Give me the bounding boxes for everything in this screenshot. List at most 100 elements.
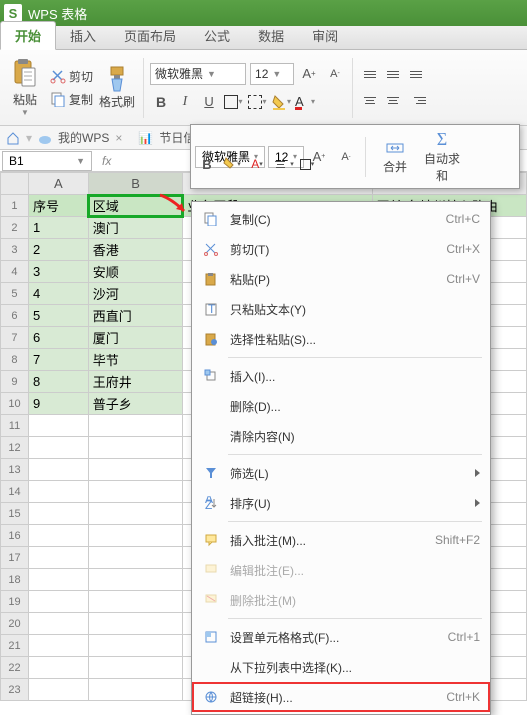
font-name-combo[interactable]: 微软雅黑▼	[150, 63, 246, 85]
tab-data[interactable]: 数据	[244, 22, 298, 49]
row-header[interactable]: 5	[1, 283, 29, 305]
row-header[interactable]: 1	[1, 195, 29, 217]
cell[interactable]	[88, 657, 183, 679]
fx-icon[interactable]: fx	[102, 154, 111, 168]
cell[interactable]	[28, 679, 88, 701]
cell[interactable]: 5	[28, 305, 88, 327]
mini-align[interactable]: ▾	[270, 153, 294, 175]
paste-button[interactable]: 粘贴 ▼	[4, 54, 46, 122]
ctx-delete-comment[interactable]: 删除批注(M)	[192, 585, 490, 615]
italic-button[interactable]: I	[174, 91, 196, 113]
mini-autosum-button[interactable]: Σ 自动求和	[420, 129, 464, 184]
cell[interactable]	[88, 503, 183, 525]
format-painter-button[interactable]: 格式刷	[97, 54, 137, 122]
select-all-corner[interactable]	[1, 173, 29, 195]
align-middle-button[interactable]	[382, 64, 404, 86]
row-header[interactable]: 10	[1, 393, 29, 415]
ctx-pick-list[interactable]: 从下拉列表中选择(K)...	[192, 652, 490, 682]
active-cell[interactable]: 区域	[88, 195, 183, 217]
cell[interactable]	[88, 679, 183, 701]
cell[interactable]: 1	[28, 217, 88, 239]
align-center-button[interactable]	[382, 90, 404, 112]
ctx-clear[interactable]: 清除内容(N)	[192, 421, 490, 451]
col-header-b[interactable]: B	[88, 173, 183, 195]
ctx-edit-comment[interactable]: 编辑批注(E)...	[192, 555, 490, 585]
cell[interactable]	[88, 635, 183, 657]
align-right-button[interactable]	[405, 90, 427, 112]
mini-font-color[interactable]: A▾	[245, 153, 269, 175]
row-header[interactable]: 6	[1, 305, 29, 327]
row-header[interactable]: 9	[1, 371, 29, 393]
cell[interactable]	[28, 525, 88, 547]
cell[interactable]: 6	[28, 327, 88, 349]
tab-formula[interactable]: 公式	[190, 22, 244, 49]
cell[interactable]	[28, 547, 88, 569]
cut-button[interactable]: 剪切	[46, 65, 97, 87]
cell[interactable]: 厦门	[88, 327, 183, 349]
row-header[interactable]: 2	[1, 217, 29, 239]
cell[interactable]	[28, 657, 88, 679]
name-box[interactable]: B1 ▼	[2, 151, 92, 171]
ctx-format-cells[interactable]: 设置单元格格式(F)...Ctrl+1	[192, 622, 490, 652]
font-color-button[interactable]: A▾	[294, 91, 316, 113]
cell[interactable]: 序号	[28, 195, 88, 217]
cell[interactable]	[88, 459, 183, 481]
row-header[interactable]: 23	[1, 679, 29, 701]
ctx-sort[interactable]: AZ排序(U)	[192, 488, 490, 518]
ctx-filter[interactable]: 筛选(L)	[192, 458, 490, 488]
cell[interactable]	[88, 569, 183, 591]
font-size-combo[interactable]: 12▼	[250, 63, 294, 85]
mini-bold[interactable]: B	[195, 153, 219, 175]
cell[interactable]: 澳门	[88, 217, 183, 239]
ctx-copy[interactable]: 复制(C)Ctrl+C	[192, 204, 490, 234]
cell[interactable]	[28, 635, 88, 657]
cell[interactable]	[88, 525, 183, 547]
cell[interactable]: 普子乡	[88, 393, 183, 415]
row-header[interactable]: 18	[1, 569, 29, 591]
row-header[interactable]: 20	[1, 613, 29, 635]
border-button[interactable]: ▾	[222, 91, 244, 113]
ctx-delete[interactable]: 删除(D)...	[192, 391, 490, 421]
mywps-label[interactable]: 我的WPS	[58, 129, 109, 146]
ctx-paste-special[interactable]: 选择性粘贴(S)...	[192, 324, 490, 354]
home-icon[interactable]	[6, 131, 20, 145]
underline-button[interactable]: U	[198, 91, 220, 113]
bold-button[interactable]: B	[150, 91, 172, 113]
row-header[interactable]: 15	[1, 503, 29, 525]
row-header[interactable]: 14	[1, 481, 29, 503]
row-header[interactable]: 13	[1, 459, 29, 481]
increase-font-button[interactable]: A+	[298, 63, 320, 85]
cell[interactable]: 香港	[88, 239, 183, 261]
cell[interactable]: 安顺	[88, 261, 183, 283]
cell[interactable]: 3	[28, 261, 88, 283]
cell[interactable]	[88, 481, 183, 503]
ctx-insert[interactable]: 插入(I)...	[192, 361, 490, 391]
mini-border[interactable]: ▾	[295, 153, 319, 175]
ctx-paste-text[interactable]: T只粘贴文本(Y)	[192, 294, 490, 324]
border2-button[interactable]: ▾	[246, 91, 268, 113]
mini-decrease-font[interactable]: A-	[334, 146, 358, 168]
fill-color-button[interactable]: ▾	[270, 91, 292, 113]
cell[interactable]: 7	[28, 349, 88, 371]
tab-home[interactable]: 开始	[0, 21, 56, 50]
row-header[interactable]: 12	[1, 437, 29, 459]
cell[interactable]	[28, 503, 88, 525]
align-top-button[interactable]	[359, 64, 381, 86]
row-header[interactable]: 21	[1, 635, 29, 657]
cell[interactable]: 西直门	[88, 305, 183, 327]
cell[interactable]: 王府井	[88, 371, 183, 393]
ctx-paste[interactable]: 粘贴(P)Ctrl+V	[192, 264, 490, 294]
cell[interactable]	[28, 415, 88, 437]
cell[interactable]	[28, 459, 88, 481]
cell[interactable]: 2	[28, 239, 88, 261]
mini-merge-button[interactable]: 合并	[373, 138, 417, 175]
ctx-cut[interactable]: 剪切(T)Ctrl+X	[192, 234, 490, 264]
cell[interactable]: 毕节	[88, 349, 183, 371]
tab-insert[interactable]: 插入	[56, 22, 110, 49]
cell[interactable]	[88, 437, 183, 459]
cell[interactable]	[88, 591, 183, 613]
cell[interactable]: 8	[28, 371, 88, 393]
mini-fill-color[interactable]: ▾	[220, 153, 244, 175]
cell[interactable]	[28, 569, 88, 591]
row-header[interactable]: 19	[1, 591, 29, 613]
